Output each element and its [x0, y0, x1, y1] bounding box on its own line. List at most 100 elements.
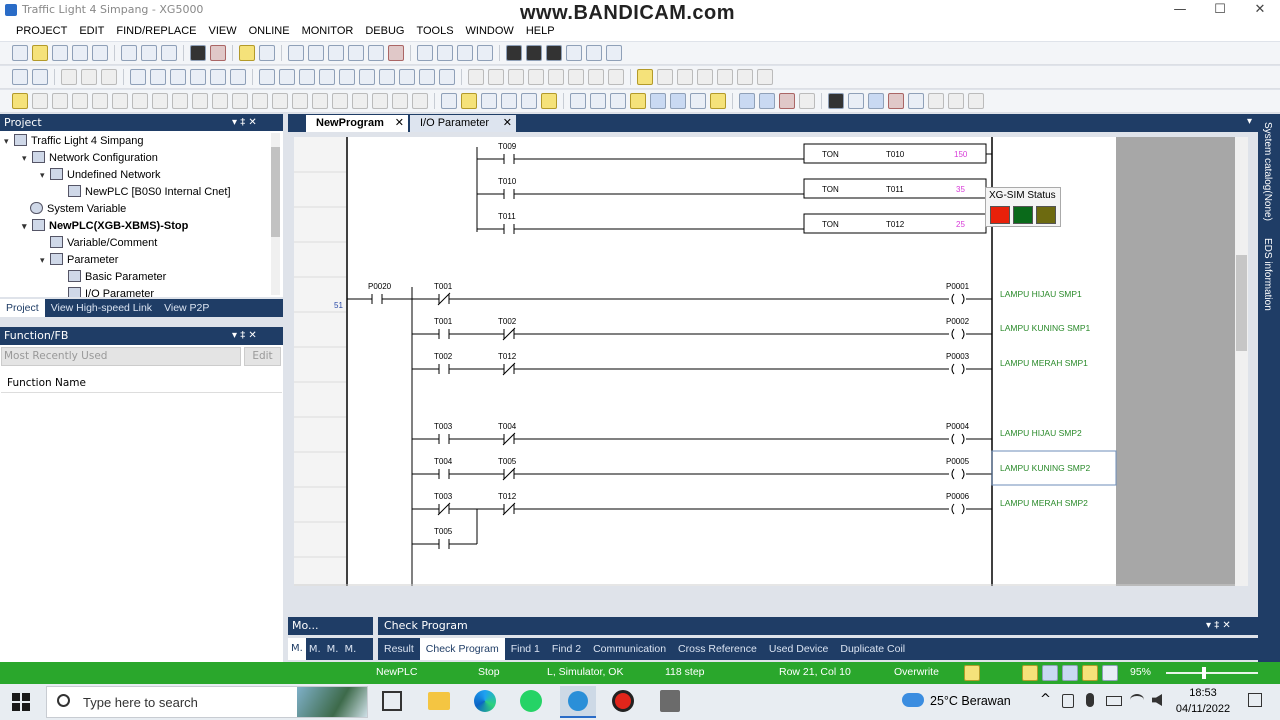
- contact-no-icon[interactable]: [468, 69, 484, 85]
- system-catalog-tab[interactable]: System catalog(None): [1262, 122, 1273, 221]
- task-view-icon[interactable]: [382, 691, 402, 711]
- menu-project[interactable]: PROJECT: [10, 25, 73, 37]
- active-app-slot[interactable]: [560, 686, 596, 718]
- compare-icon[interactable]: [170, 69, 186, 85]
- close-tab-icon[interactable]: ✕: [395, 115, 404, 132]
- view-mode-icon[interactable]: [1022, 665, 1038, 681]
- tree-item-io-parameter[interactable]: I/O Parameter: [68, 286, 154, 297]
- online-icon[interactable]: [210, 45, 226, 61]
- set-coil-icon[interactable]: [548, 69, 564, 85]
- tab-view-p2p[interactable]: View P2P: [158, 302, 215, 314]
- view-mode-icon[interactable]: [1062, 665, 1078, 681]
- f10-icon[interactable]: [312, 93, 328, 109]
- sf6-icon[interactable]: [292, 93, 308, 109]
- new-file-icon[interactable]: [12, 45, 28, 61]
- view-mode-icon[interactable]: [1082, 665, 1098, 681]
- grid-icon[interactable]: [590, 93, 606, 109]
- recent-dropdown[interactable]: Most Recently Used: [1, 347, 241, 366]
- tab-monitor-4[interactable]: M.: [341, 644, 359, 655]
- f9-icon[interactable]: [192, 93, 208, 109]
- tab-newprogram[interactable]: NewProgram ✕: [306, 115, 408, 132]
- not-icon[interactable]: [608, 69, 624, 85]
- event-icon[interactable]: [848, 93, 864, 109]
- tray-expand-icon[interactable]: ^: [1040, 692, 1051, 707]
- coil-nc-icon[interactable]: [528, 69, 544, 85]
- tab-menu-icon[interactable]: ▾: [1247, 116, 1252, 127]
- menu-monitor[interactable]: MONITOR: [296, 25, 360, 37]
- whatsapp-icon[interactable]: [520, 690, 542, 712]
- tab-duplicate-coil[interactable]: Duplicate Coil: [834, 643, 911, 655]
- eds-information-tab[interactable]: EDS information: [1262, 238, 1273, 311]
- coil-icon[interactable]: [508, 69, 524, 85]
- find-next-icon[interactable]: [526, 45, 542, 61]
- battery-icon[interactable]: [1106, 696, 1122, 706]
- run-mode-icon[interactable]: [61, 69, 77, 85]
- tab-result[interactable]: Result: [378, 643, 420, 655]
- doc2-icon[interactable]: [650, 93, 666, 109]
- clock-time[interactable]: 18:53: [1178, 687, 1228, 699]
- delete-column-icon[interactable]: [477, 45, 493, 61]
- menu-edit[interactable]: EDIT: [73, 25, 110, 37]
- tree-item-network-config[interactable]: ▾ Network Configuration: [22, 150, 158, 167]
- microphone-icon[interactable]: [1086, 693, 1094, 707]
- watch-window-icon[interactable]: [501, 93, 517, 109]
- menu-help[interactable]: HELP: [520, 25, 561, 37]
- connection-settings-icon[interactable]: [32, 69, 48, 85]
- find-icon[interactable]: [506, 45, 522, 61]
- open-folder-icon[interactable]: [32, 45, 48, 61]
- app-icon-taskbar[interactable]: [660, 690, 680, 712]
- view-mode-icon[interactable]: [1042, 665, 1058, 681]
- tab-io-parameter[interactable]: I/O Parameter ✕: [410, 115, 516, 132]
- view-mode-icon[interactable]: [1102, 665, 1118, 681]
- doc1-icon[interactable]: [630, 93, 646, 109]
- p-coil-icon[interactable]: [737, 69, 753, 85]
- comment-view-icon[interactable]: [359, 69, 375, 85]
- compile-all-icon[interactable]: [279, 69, 295, 85]
- memory-window-icon[interactable]: [521, 93, 537, 109]
- tree-scrollbar[interactable]: [271, 133, 280, 295]
- inspect-icon[interactable]: [799, 93, 815, 109]
- c5-icon[interactable]: [392, 93, 408, 109]
- file-explorer-icon[interactable]: [428, 692, 450, 710]
- pause-mode-icon[interactable]: [101, 69, 117, 85]
- zoom-out-icon[interactable]: [759, 93, 775, 109]
- c3-icon[interactable]: [352, 93, 368, 109]
- variable-window-icon[interactable]: [481, 93, 497, 109]
- timer-icon[interactable]: [399, 69, 415, 85]
- n-coil-icon[interactable]: [757, 69, 773, 85]
- tab-check-program[interactable]: Check Program: [419, 638, 505, 660]
- menu-find-replace[interactable]: FIND/REPLACE: [110, 25, 202, 37]
- bandicam-record-icon[interactable]: [612, 690, 634, 712]
- project-window-icon[interactable]: [441, 93, 457, 109]
- windows-start-icon[interactable]: [12, 693, 30, 711]
- doc5-icon[interactable]: [710, 93, 726, 109]
- minimize-button[interactable]: —: [1160, 0, 1200, 20]
- tree-item-basic-parameter[interactable]: Basic Parameter: [68, 269, 166, 286]
- c4-icon[interactable]: [372, 93, 388, 109]
- escape-icon[interactable]: [12, 93, 28, 109]
- sf3-icon[interactable]: [232, 93, 248, 109]
- sf5-icon[interactable]: [272, 93, 288, 109]
- status-online-icon[interactable]: [964, 665, 980, 681]
- back-arrow-icon[interactable]: [586, 45, 602, 61]
- simulator-icon[interactable]: [379, 69, 395, 85]
- project-info-icon[interactable]: [161, 45, 177, 61]
- goto-step-icon[interactable]: [566, 45, 582, 61]
- function-window-icon[interactable]: [541, 93, 557, 109]
- diag-icon[interactable]: [868, 93, 884, 109]
- reset-icon[interactable]: [210, 69, 226, 85]
- notifications-icon[interactable]: [1248, 693, 1262, 707]
- monitor-start-icon[interactable]: [190, 69, 206, 85]
- doc3-icon[interactable]: [670, 93, 686, 109]
- print-preview-icon[interactable]: [121, 45, 137, 61]
- taskbar-search[interactable]: Type here to search: [46, 686, 368, 718]
- copy-icon[interactable]: [348, 45, 364, 61]
- clock-date[interactable]: 04/11/2022: [1174, 703, 1232, 715]
- tab-view-high-speed-link[interactable]: View High-speed Link: [45, 302, 158, 314]
- tab-monitor-1[interactable]: M.: [288, 638, 306, 660]
- tab-find-1[interactable]: Find 1: [505, 643, 546, 655]
- reset-coil-icon[interactable]: [568, 69, 584, 85]
- sf4-icon[interactable]: [252, 93, 268, 109]
- sf9-icon[interactable]: [172, 93, 188, 109]
- function-panel-controls[interactable]: ▾ ‡ ✕: [232, 327, 257, 345]
